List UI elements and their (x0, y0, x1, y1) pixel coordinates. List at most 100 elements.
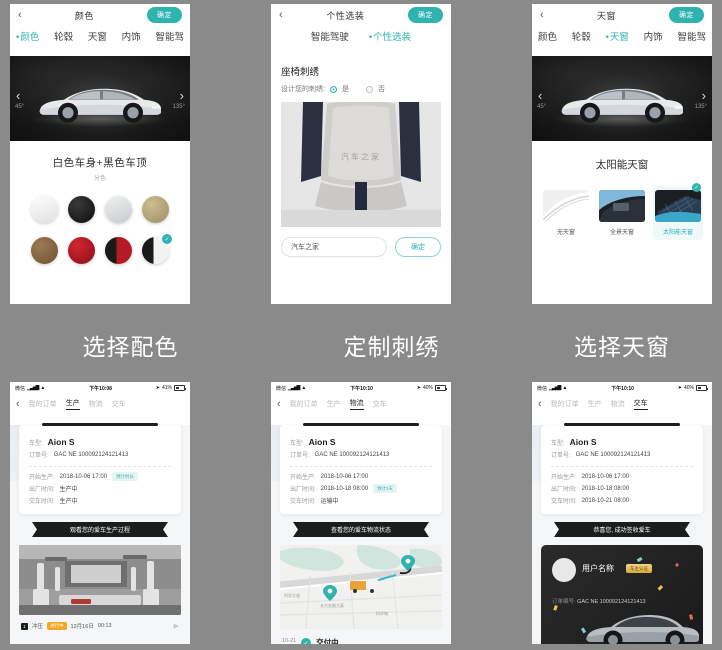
swatch-brown[interactable] (31, 237, 58, 264)
car-side-image (39, 88, 161, 123)
tab-handover[interactable]: 交车 (373, 399, 387, 409)
tab-color[interactable]: 颜色 (16, 29, 39, 43)
tab-personalization[interactable]: 个性选装 (369, 29, 411, 43)
sunroof-option-panoramic[interactable]: 全景天窗 (597, 186, 647, 240)
tab-handover[interactable]: 交车 (633, 398, 648, 410)
start-row: 开始生产: 2018-10-06 17:00 预计时长 (29, 472, 171, 481)
tab-wheels[interactable]: 轮毂 (572, 29, 591, 43)
seat-embroidery-text: 汽车之家 (341, 152, 381, 162)
swatch-red-black[interactable] (105, 237, 132, 264)
caption-color: 选择配色 (82, 334, 179, 360)
embroidery-ok-button[interactable]: 确定 (395, 237, 441, 257)
back-icon[interactable]: ‹ (279, 9, 283, 21)
tab-production[interactable]: 生产 (588, 399, 602, 409)
production-ribbon[interactable]: 观看您的爱车生产过程 (41, 522, 159, 537)
sunroof-option-none[interactable]: 无天窗 (541, 186, 591, 240)
back-icon[interactable]: ‹ (538, 398, 542, 410)
radio-yes-label[interactable]: 是 (342, 84, 349, 94)
logistics-map[interactable]: 长方金融大厦 科学城 科学大道 (280, 545, 442, 629)
color-car-stage: ‹ › 45° 135° (10, 56, 190, 141)
tab-my-orders[interactable]: 我的订单 (29, 399, 57, 409)
tab-sunroof[interactable]: 天窗 (88, 29, 107, 43)
back-icon[interactable]: ‹ (18, 9, 22, 21)
rotate-right-icon[interactable]: › (180, 88, 184, 103)
start-value: 2018-10-06 17:00 (320, 473, 369, 480)
angle-left-label: 45° (537, 103, 547, 110)
radio-no-label[interactable]: 否 (378, 84, 385, 94)
tab-wheels[interactable]: 轮毂 (54, 29, 73, 43)
emb-ghost-row (271, 48, 451, 56)
factory-badge: 预计3天 (373, 484, 398, 493)
tab-smartdrive[interactable]: 智能驾 (677, 29, 706, 43)
emb-question-row: 设计您的刺绣: 是 否 (271, 78, 451, 94)
swatch-silver[interactable] (105, 196, 132, 223)
play-icon[interactable]: ▶ (174, 622, 179, 630)
swatch-gold[interactable] (142, 196, 169, 223)
tab-handover[interactable]: 交车 (112, 399, 126, 409)
order-value: GAC NE 100092124121413 (314, 451, 390, 458)
factory-row: 出厂时间: 生产中 (29, 484, 171, 493)
tab-color[interactable]: 颜色 (538, 29, 557, 43)
swatch-black[interactable] (68, 196, 95, 223)
sunroof-option-solar[interactable]: ✓ 太阳能天窗 (653, 183, 703, 240)
swatch-red[interactable] (68, 237, 95, 264)
back-icon[interactable]: ‹ (16, 398, 20, 410)
handover-key: 交车时间: (551, 499, 577, 505)
order-card: 车型: Aion S 订单号: GAC NE 100092124121413 开… (19, 423, 181, 514)
order-row: 订单号: GAC NE 100092124121413 (290, 450, 432, 460)
logistics-ribbon[interactable]: 查看您的爱车物流状态 (302, 522, 420, 537)
handover-key: 交车时间: (290, 499, 316, 505)
timeline-number: 1 (21, 622, 28, 630)
swatch-white[interactable] (31, 196, 58, 223)
embroidery-text-input[interactable]: 汽车之家 (281, 237, 387, 257)
phone-handover: 微信 ▁▃▅▇ ▲ 下午10:10 ➤ 40% ‹ 我的订单 生产 物流 交车 (532, 382, 712, 644)
tab-my-orders[interactable]: 我的订单 (290, 399, 318, 409)
certificate-order-key: 订单编号: (552, 599, 576, 605)
carrier-label: 微信 (276, 385, 287, 392)
tab-logistics[interactable]: 物流 (89, 399, 103, 409)
factory-video-thumb[interactable] (19, 545, 181, 615)
panel-embroidery-wrap: ‹ 个性选装 确定 智能驾驶 个性选装 座椅刺绣 设计您的刺绣: 是 否 (261, 0, 522, 310)
rotate-right-icon[interactable]: › (702, 88, 706, 103)
swatch-white-black[interactable]: ✓ (137, 232, 174, 269)
rotate-left-icon[interactable]: ‹ (16, 88, 20, 103)
status-time: 下午10:10 (350, 385, 373, 392)
emb-heading: 座椅刺绣 (281, 67, 320, 78)
order-key: 订单号: (29, 453, 49, 459)
caption-sunroof: 选择天窗 (574, 334, 670, 360)
tab-my-orders[interactable]: 我的订单 (551, 399, 579, 409)
carrier-label: 微信 (537, 385, 548, 392)
signal-icon: ▁▃▅▇ (549, 385, 561, 391)
sunroof-label-none: 无天窗 (556, 230, 575, 236)
radio-yes[interactable] (329, 85, 337, 93)
back-icon[interactable]: ‹ (277, 398, 281, 410)
tab-smartdrive[interactable]: 智能驾驶 (311, 29, 349, 43)
status-left: 微信 ▁▃▅▇ ▲ (537, 385, 567, 392)
tab-sunroof[interactable]: 天窗 (606, 29, 629, 43)
timeline-date: 12月16日 (70, 624, 94, 630)
production-body: 车型: Aion S 订单号: GAC NE 100092124121413 开… (10, 423, 190, 644)
sunroof-section-title: 太阳能天窗 (595, 159, 649, 171)
factory-key: 出厂时间: (29, 487, 55, 493)
tab-logistics[interactable]: 物流 (611, 399, 625, 409)
order-row: 订单号: GAC NE 100092124121413 (29, 450, 171, 460)
wifi-icon: ▲ (562, 385, 568, 391)
radio-no[interactable] (365, 85, 373, 93)
color-confirm-button[interactable]: 确定 (147, 7, 182, 23)
tab-smartdrive[interactable]: 智能驾 (155, 29, 184, 43)
back-icon[interactable]: ‹ (540, 9, 544, 21)
tab-interior[interactable]: 内饰 (122, 29, 141, 43)
tab-interior[interactable]: 内饰 (644, 29, 663, 43)
status-bar: 微信 ▁▃▅▇ ▲ 下午10:10 ➤ 40% (271, 382, 451, 394)
emb-confirm-button[interactable]: 确定 (408, 7, 443, 23)
sunroof-nav-title: 天窗 (596, 10, 616, 21)
rotate-left-icon[interactable]: ‹ (538, 88, 542, 103)
sunroof-confirm-button[interactable]: 确定 (669, 7, 704, 23)
status-bar: 微信 ▁▃▅▇ ▲ 下午10:10 ➤ 40% (532, 382, 712, 394)
tab-production[interactable]: 生产 (65, 398, 80, 410)
timeline-row[interactable]: 1 冲压 进行中 12月16日 00:13 ▶ (19, 615, 181, 630)
tab-production[interactable]: 生产 (327, 399, 341, 409)
angle-right-label: 135° (172, 103, 185, 110)
tab-logistics[interactable]: 物流 (349, 398, 364, 410)
status-time: 下午10:10 (611, 385, 634, 392)
